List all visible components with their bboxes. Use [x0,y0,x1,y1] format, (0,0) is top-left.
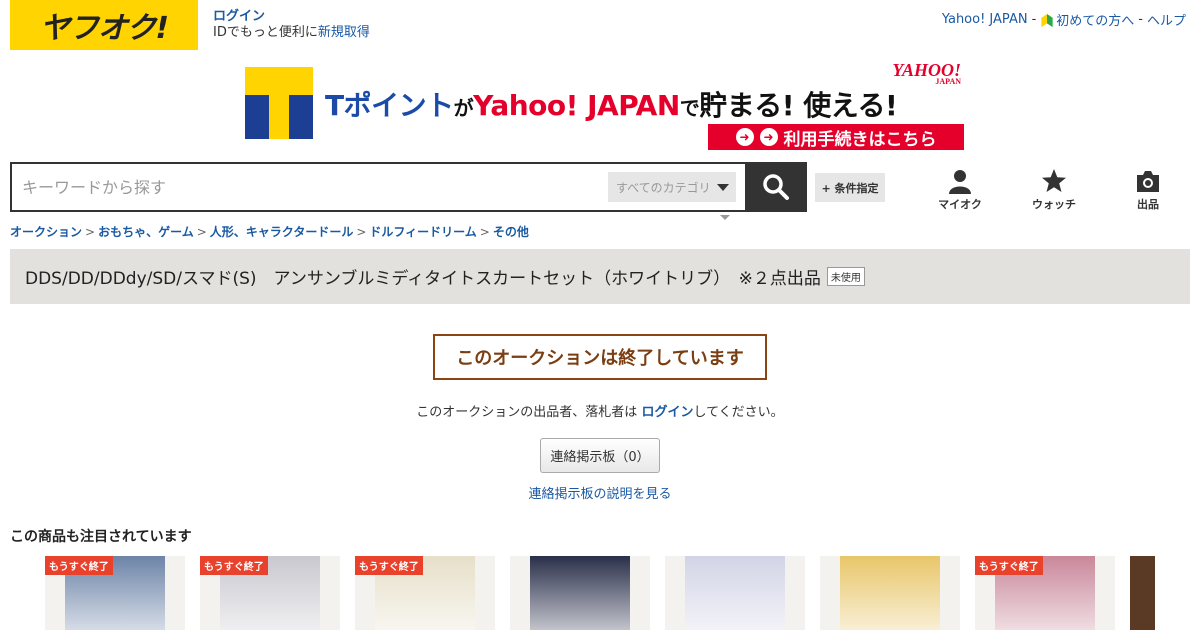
ending-soon-badge: もうすぐ終了 [200,556,268,575]
recommendations-title: この商品も注目されています [10,529,192,545]
breadcrumb-separator: > [85,225,96,239]
arrow-right-icon: ➜ [759,128,778,146]
login-sub: IDでもっと便利に新規取得 [213,25,370,40]
recommended-item[interactable]: もうすぐ終了 [355,556,495,630]
breadcrumb-item[interactable]: オークション [10,225,82,239]
search-icon [763,174,789,200]
nav-watch-label: ウォッチ [1032,198,1076,211]
yahuoku-logo[interactable]: ヤフオク! [10,0,198,50]
top-links: Yahoo! JAPAN - 初めての方へ - ヘルプ [942,10,1186,29]
breadcrumb-item[interactable]: おもちゃ、ゲーム [98,225,194,239]
item-title-bar: DDS/DD/DDdy/SD/スマド(S) アンサンブルミディタイトスカートセッ… [10,249,1190,304]
logo-text: ヤフオク! [39,11,169,46]
ending-soon-badge: もうすぐ終了 [45,556,113,575]
tpoint-banner[interactable]: TポイントがYahoo! JAPANで貯まる! 使える! YAHOO! JAPA… [245,61,965,152]
nav-myauc-label: マイオク [938,198,982,211]
conditions-button[interactable]: + 条件指定 [815,173,885,202]
user-icon [949,170,971,194]
nav-watch[interactable]: ウォッチ [1024,168,1084,212]
breadcrumb-item[interactable]: その他 [493,225,529,239]
nav-sell-label: 出品 [1137,198,1159,211]
banner-tamaru: 貯まる! 使える! [699,89,898,122]
recommendations-list: もうすぐ終了 もうすぐ終了 もうすぐ終了 もうすぐ終了 [45,556,1155,630]
breadcrumb-separator: > [356,225,367,239]
ended-message: このオークションの出品者、落札者は ログインしてください。 [0,401,1200,420]
recommended-item[interactable]: もうすぐ終了 [975,556,1115,630]
recommended-item[interactable]: もうすぐ終了 [200,556,340,630]
top-link-separator: - [1138,12,1143,27]
first-time-link[interactable]: 初めての方へ [1056,14,1134,29]
banner-text: TポイントがYahoo! JAPANで貯まる! 使える! [325,84,898,124]
help-link[interactable]: ヘルプ [1147,10,1186,29]
breadcrumb-item[interactable]: ドルフィードリーム [369,225,476,239]
banner-de: で [679,96,700,120]
breadcrumb-item[interactable]: 人形、キャラクタードール [210,225,354,239]
star-icon [1042,169,1066,192]
recommended-item[interactable] [510,556,650,630]
banner-tpoint: Tポイント [325,89,454,122]
ending-soon-badge: もうすぐ終了 [355,556,423,575]
camera-icon [1137,171,1159,192]
recommended-item[interactable] [820,556,960,630]
auction-ended-status: このオークションは終了しています [433,334,767,380]
item-thumbnail [840,556,940,630]
message-board-help: 連絡掲示板の説明を見る [0,483,1200,502]
category-select-label: すべてのカテゴリ [616,180,711,195]
beginner-mark-icon [1041,13,1053,28]
banner-ga: が [453,96,474,120]
item-title: DDS/DD/DDdy/SD/スマド(S) アンサンブルミディタイトスカートセッ… [25,269,821,289]
message-board-help-link[interactable]: 連絡掲示板の説明を見る [528,487,671,502]
banner-cta-label: 利用手続きはこちら [783,129,937,150]
ended-message-before: このオークションの出品者、落札者は [416,405,642,420]
item-thumbnail [530,556,630,630]
ending-soon-badge: もうすぐ終了 [975,556,1043,575]
arrow-right-icon: ➜ [735,128,754,146]
login-box: ログイン IDでもっと便利に新規取得 [213,9,370,41]
login-link[interactable]: ログイン [213,9,370,25]
recommended-item[interactable] [665,556,805,630]
recommended-item[interactable] [1130,556,1155,630]
item-thumbnail [685,556,785,630]
signup-link[interactable]: 新規取得 [318,25,370,40]
ended-login-link[interactable]: ログイン [641,405,693,420]
nav-sell[interactable]: 出品 [1118,168,1178,212]
condition-badge: 未使用 [826,267,865,286]
breadcrumb-separator: > [479,225,490,239]
ended-message-after: してください。 [693,405,784,420]
breadcrumb: オークション > おもちゃ、ゲーム > 人形、キャラクタードール > ドルフィードリーム > そ… [10,223,529,240]
yahoo-japan-logo: YAHOO! JAPAN [892,61,961,86]
tpoint-logo-icon [245,67,313,139]
message-board-button[interactable]: 連絡掲示板（0） [540,438,660,473]
banner-cta-button[interactable]: ➜ ➜ 利用手続きはこちら [708,124,964,150]
chevron-down-icon[interactable] [720,215,730,220]
banner-yahoo: Yahoo! JAPAN [473,89,680,122]
category-select[interactable]: すべてのカテゴリ [608,172,736,202]
recommended-item[interactable]: もうすぐ終了 [45,556,185,630]
chevron-down-icon [716,183,729,191]
nav-myauc[interactable]: マイオク [930,168,990,212]
yahoo-japan-link[interactable]: Yahoo! JAPAN [942,12,1028,27]
breadcrumb-separator: > [196,225,207,239]
login-sub-text: IDでもっと便利に [213,25,318,40]
search-button[interactable] [745,162,807,212]
search-bar: すべてのカテゴリ [10,162,807,212]
top-link-separator: - [1031,12,1037,27]
